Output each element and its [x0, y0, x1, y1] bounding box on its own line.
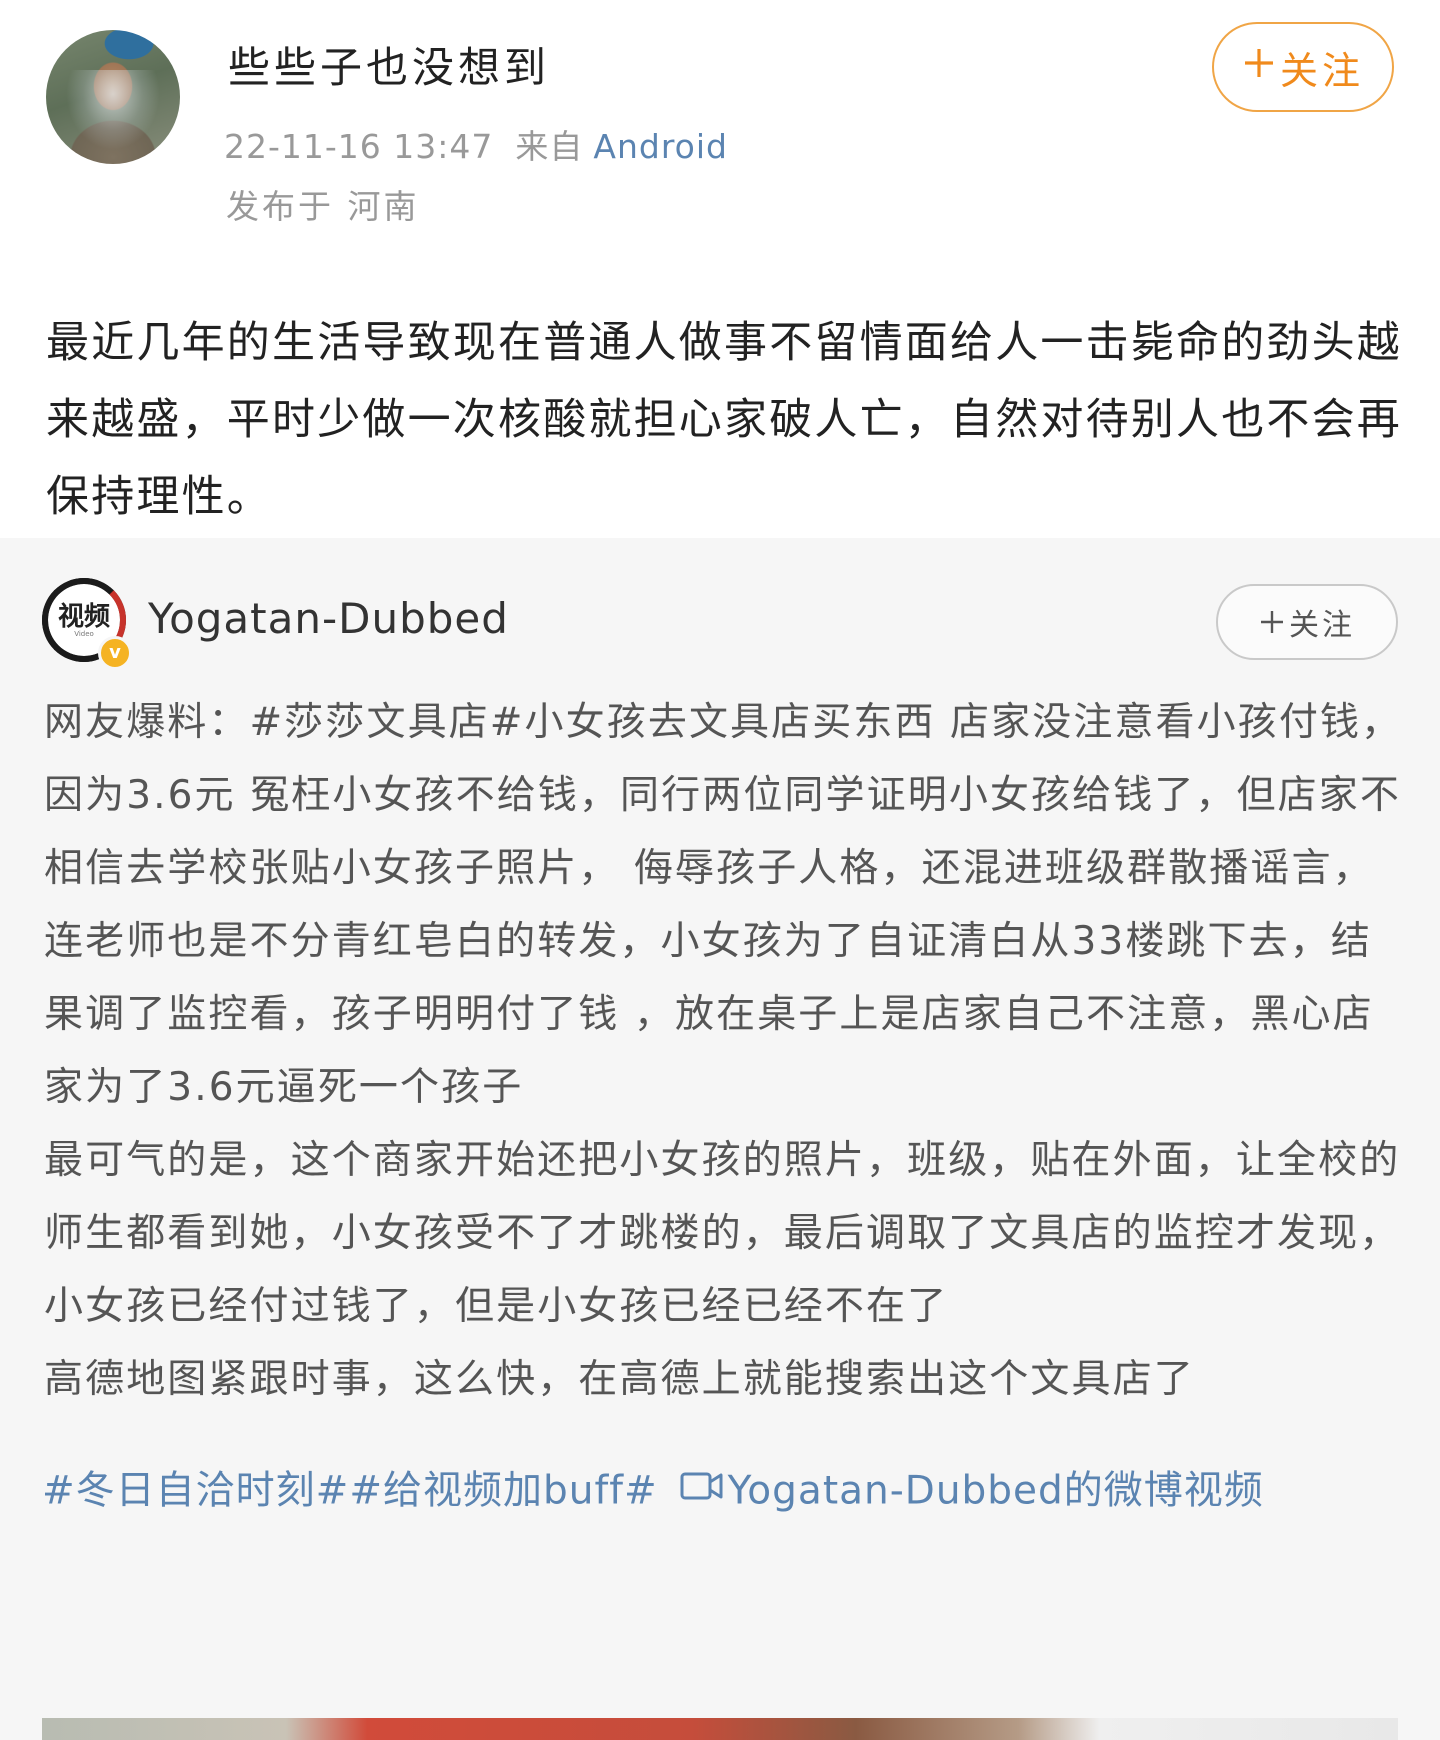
repost-card[interactable]: 视频 Video v Yogatan-Dubbed 关注 网友爆料：#莎莎文具店… — [0, 538, 1440, 1740]
follow-button[interactable]: 关注 — [1212, 22, 1394, 112]
repost-follow-button[interactable]: 关注 — [1216, 584, 1398, 660]
author-name[interactable]: 些些子也没想到 — [228, 34, 550, 95]
topic-tags[interactable]: #冬日自洽时刻##给视频加buff# — [42, 1469, 658, 1514]
verified-badge-icon: v — [98, 636, 132, 670]
plus-icon — [1259, 609, 1285, 635]
video-camera-icon — [680, 1460, 724, 1520]
post-header: 些些子也没想到 22-11-16 13:47 来自 Android 发布于 河南 关… — [0, 0, 1440, 260]
repost-paragraph: 最可气的是，这个商家开始还把小女孩的照片，班级，贴在外面，让全校的师生都看到她，… — [44, 1138, 1401, 1329]
video-thumbnail[interactable] — [42, 1718, 1398, 1740]
source-prefix: 来自 — [515, 127, 584, 166]
follow-label: 关注 — [1289, 608, 1355, 643]
repost-paragraph: 网友爆料：#莎莎文具店#小女孩去文具店买东西 店家没注意看小孩付钱，因为3.6元… — [44, 700, 1403, 1110]
post-location: 发布于 河南 — [226, 187, 420, 226]
repost-tags-row: #冬日自洽时刻##给视频加buff# Yogatan-Dubbed的微博视频 — [42, 1460, 1264, 1526]
follow-label: 关注 — [1279, 48, 1364, 93]
post-body: 最近几年的生活导致现在普通人做事不留情面给人一击毙命的劲头越来越盛，平时少做一次… — [46, 318, 1402, 522]
repost-author-name[interactable]: Yogatan-Dubbed — [148, 594, 509, 643]
post-meta: 22-11-16 13:47 来自 Android — [224, 120, 728, 168]
source-device[interactable]: Android — [593, 127, 728, 166]
post-timestamp: 22-11-16 13:47 — [224, 127, 494, 166]
avatar-photo — [66, 70, 160, 150]
repost-paragraph: 高德地图紧跟时事，这么快，在高德上就能搜索出这个文具店了 — [44, 1357, 1195, 1402]
video-link[interactable]: Yogatan-Dubbed的微博视频 — [728, 1469, 1264, 1514]
plus-icon — [1242, 45, 1276, 89]
repost-body: 网友爆料：#莎莎文具店#小女孩去文具店买东西 店家没注意看小孩付钱，因为3.6元… — [44, 686, 1404, 1416]
author-avatar[interactable] — [46, 30, 180, 164]
